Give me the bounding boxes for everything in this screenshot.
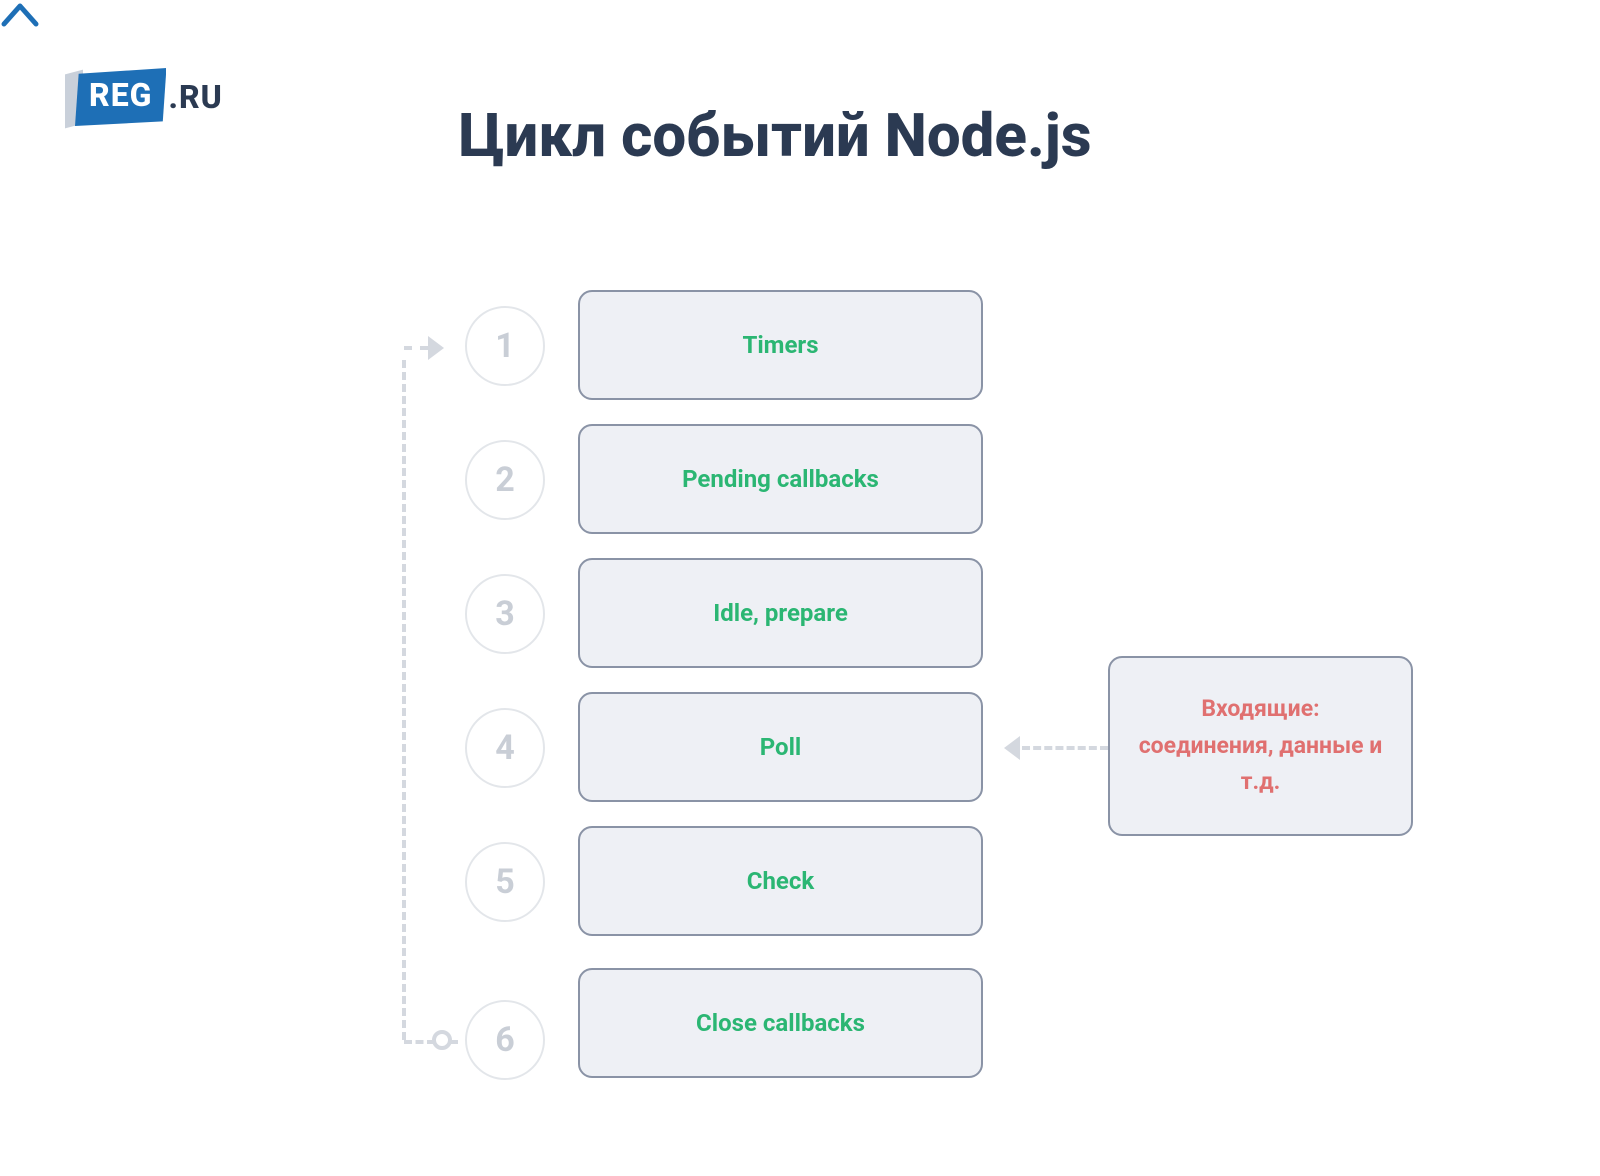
phase-box-close-callbacks: Close callbacks (578, 968, 983, 1078)
phase-box-check: Check (578, 826, 983, 936)
loop-arrow-top-icon (428, 336, 444, 360)
incoming-box: Входящие: соединения, данные и т.д. (1108, 656, 1413, 836)
phase-box-pending-callbacks: Pending callbacks (578, 424, 983, 534)
phase-box-poll: Poll (578, 692, 983, 802)
phase-number-2: 2 (465, 440, 545, 520)
phase-box-idle-prepare: Idle, prepare (578, 558, 983, 668)
phase-number-5: 5 (465, 842, 545, 922)
phase-label: Idle, prepare (713, 599, 848, 627)
phase-number-6: 6 (465, 1000, 545, 1080)
incoming-arrow-icon (1004, 736, 1020, 760)
phase-number-1: 1 (465, 306, 545, 386)
phase-label: Pending callbacks (682, 465, 879, 493)
phase-number-label: 5 (495, 862, 515, 902)
incoming-label: Входящие: соединения, данные и т.д. (1134, 691, 1387, 801)
phase-label: Check (747, 867, 814, 895)
phase-number-3: 3 (465, 574, 545, 654)
incoming-line (1022, 746, 1108, 750)
phase-number-label: 4 (495, 728, 515, 768)
loop-line-top (404, 346, 428, 350)
loop-end-dot-icon (432, 1030, 452, 1050)
chevron-up-icon (0, 0, 40, 28)
phase-number-label: 2 (495, 460, 515, 500)
phase-number-label: 3 (495, 594, 515, 634)
phase-label: Close callbacks (696, 1009, 865, 1037)
page-title: Цикл событий Node.js (0, 100, 1575, 171)
loop-line-vertical (402, 360, 406, 1040)
phase-number-label: 1 (495, 326, 515, 366)
phase-box-timers: Timers (578, 290, 983, 400)
phase-number-label: 6 (495, 1020, 515, 1060)
phase-label: Poll (760, 733, 802, 761)
phase-label: Timers (742, 331, 818, 359)
phase-number-4: 4 (465, 708, 545, 788)
